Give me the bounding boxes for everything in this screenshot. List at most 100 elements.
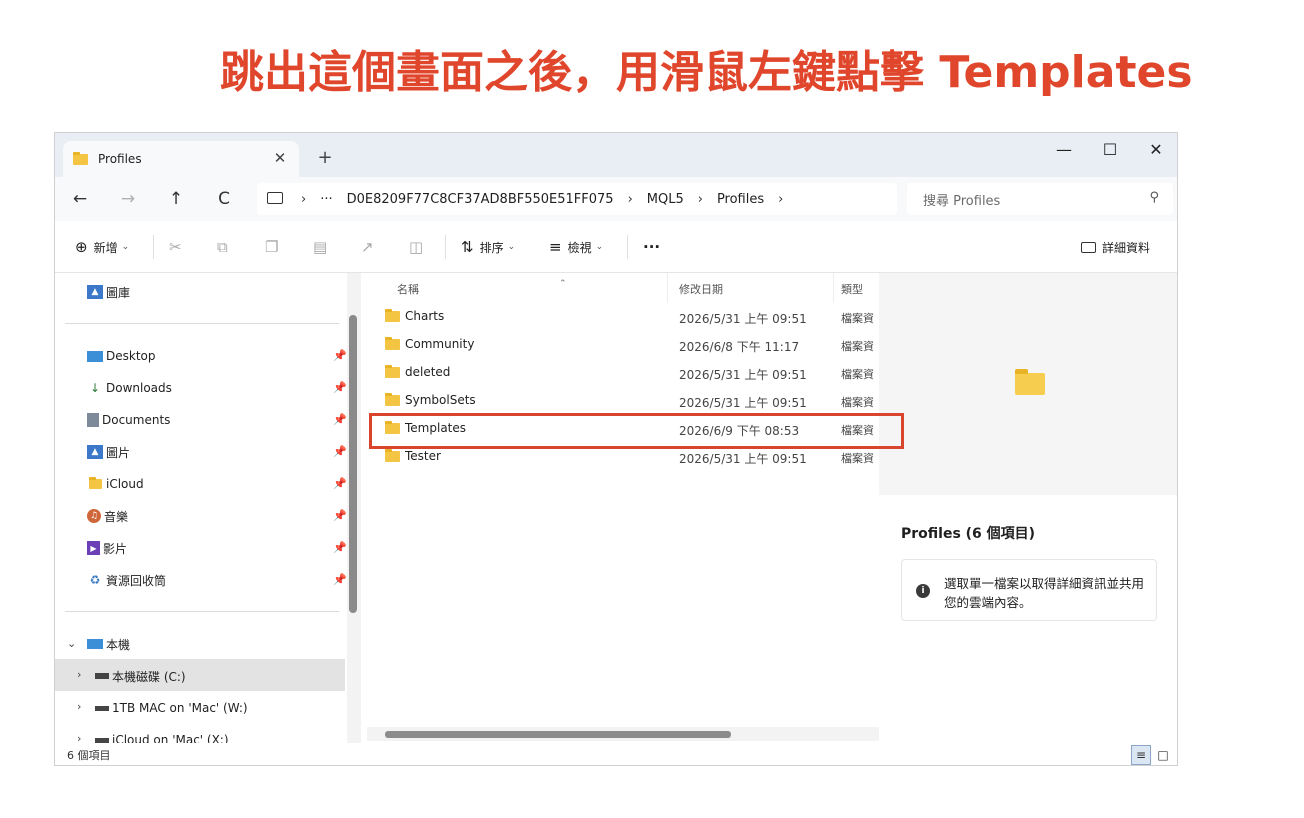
column-divider[interactable] bbox=[667, 273, 668, 303]
breadcrumb-more[interactable]: ··· bbox=[320, 192, 332, 207]
column-divider[interactable] bbox=[833, 273, 834, 303]
horizontal-scrollbar-thumb[interactable] bbox=[385, 731, 731, 738]
file-date: 2026/5/31 上午 09:51 bbox=[679, 452, 807, 466]
chevron-down-icon: ⌄ bbox=[595, 242, 604, 252]
search-icon[interactable]: ⚲ bbox=[1149, 190, 1159, 205]
sidebar-item-this-pc[interactable]: 本機 bbox=[87, 633, 130, 655]
pin-icon[interactable]: 📌 bbox=[333, 573, 347, 586]
refresh-button[interactable]: C bbox=[209, 185, 239, 213]
delete-icon[interactable]: ◫ bbox=[409, 235, 429, 259]
sidebar-item-desktop[interactable]: Desktop bbox=[87, 345, 156, 367]
pin-icon[interactable]: 📌 bbox=[333, 509, 347, 522]
sidebar-item-recycle-bin[interactable]: ♻ 資源回收筒 bbox=[87, 569, 166, 591]
breadcrumb-separator[interactable]: › bbox=[301, 192, 306, 207]
breadcrumb-separator[interactable]: › bbox=[778, 192, 783, 207]
sidebar-item-drive-x[interactable]: iCloud on 'Mac' (X:) bbox=[95, 729, 229, 743]
search-input[interactable]: 搜尋 Profiles ⚲ bbox=[907, 183, 1173, 215]
column-header-date[interactable]: 修改日期 bbox=[679, 281, 723, 297]
more-options-button[interactable]: ··· bbox=[643, 235, 660, 259]
table-row[interactable]: Charts 2026/5/31 上午 09:51 檔案資 bbox=[367, 303, 879, 331]
back-button[interactable]: ← bbox=[65, 185, 95, 213]
command-bar: ⊕ 新增 ⌄ ✂ ⧉ ❐ ▤ ↗ ◫ ⇅ 排序 ⌄ ≡ 檢視 ⌄ ··· 詳細資… bbox=[55, 221, 1177, 273]
tiles-view-icon[interactable]: □ bbox=[1153, 745, 1173, 765]
new-tab-button[interactable]: + bbox=[313, 145, 337, 169]
up-button[interactable]: ↑ bbox=[161, 185, 191, 213]
file-date: 2026/5/31 上午 09:51 bbox=[679, 368, 807, 382]
column-header-type[interactable]: 類型 bbox=[841, 281, 863, 297]
details-view-icon[interactable]: ≡ bbox=[1131, 745, 1151, 765]
breadcrumb-item[interactable]: Profiles bbox=[717, 192, 764, 207]
pin-icon[interactable]: 📌 bbox=[333, 413, 347, 426]
folder-icon bbox=[73, 151, 88, 165]
pin-icon[interactable]: 📌 bbox=[333, 445, 347, 458]
network-drive-icon bbox=[95, 737, 109, 743]
sidebar-item-gallery[interactable]: ▲ 圖庫 bbox=[87, 281, 130, 303]
sidebar-item-drive-w[interactable]: 1TB MAC on 'Mac' (W:) bbox=[95, 697, 248, 719]
cut-icon[interactable]: ✂ bbox=[169, 235, 188, 259]
sidebar-item-documents[interactable]: Documents bbox=[87, 409, 170, 431]
pin-icon[interactable]: 📌 bbox=[333, 381, 347, 394]
paste-icon[interactable]: ❐ bbox=[265, 235, 284, 259]
sidebar-item-videos[interactable]: ▶ 影片 bbox=[87, 537, 127, 559]
view-button[interactable]: ≡ 檢視 ⌄ bbox=[549, 235, 603, 259]
tab-close-icon[interactable]: ✕ bbox=[269, 147, 291, 169]
divider bbox=[65, 323, 339, 324]
sidebar-item-drive-c[interactable]: 本機磁碟 (C:) bbox=[95, 665, 186, 687]
new-button[interactable]: ⊕ 新增 ⌄ bbox=[75, 235, 129, 259]
tab-profiles[interactable]: Profiles ✕ bbox=[63, 141, 299, 177]
file-date: 2026/5/31 上午 09:51 bbox=[679, 312, 807, 326]
sidebar-item-label: 1TB MAC on 'Mac' (W:) bbox=[112, 701, 248, 715]
copy-icon[interactable]: ⧉ bbox=[217, 235, 234, 259]
chevron-down-icon[interactable]: ⌄ bbox=[67, 637, 76, 650]
pin-icon[interactable]: 📌 bbox=[333, 477, 347, 490]
chevron-right-icon[interactable]: › bbox=[77, 700, 81, 713]
share-icon[interactable]: ↗ bbox=[361, 235, 380, 259]
item-count: 6 個項目 bbox=[67, 749, 111, 762]
details-title: Profiles (6 個項目) bbox=[901, 526, 1036, 542]
rename-icon[interactable]: ▤ bbox=[313, 235, 333, 259]
breadcrumb-item[interactable]: D0E8209F77C8CF37AD8BF550E51FF075 bbox=[347, 192, 614, 207]
details-pane-button[interactable]: 詳細資料 bbox=[1081, 235, 1150, 259]
search-placeholder: 搜尋 Profiles bbox=[923, 193, 1001, 209]
folder-icon bbox=[1015, 369, 1045, 399]
chevron-right-icon[interactable]: › bbox=[77, 732, 81, 743]
breadcrumb-separator[interactable]: › bbox=[628, 192, 633, 207]
file-type: 檔案資 bbox=[841, 312, 874, 325]
info-card: i 選取單一檔案以取得詳細資訊並共用您的雲端內容。 bbox=[901, 559, 1157, 621]
pin-icon[interactable]: 📌 bbox=[333, 349, 347, 362]
breadcrumb-separator[interactable]: › bbox=[698, 192, 703, 207]
chevron-right-icon[interactable]: › bbox=[77, 668, 81, 681]
file-type: 檔案資 bbox=[841, 396, 874, 409]
network-drive-icon bbox=[95, 705, 109, 711]
sidebar-item-icloud[interactable]: iCloud bbox=[87, 473, 144, 495]
desktop-icon bbox=[87, 350, 103, 362]
sort-caret-icon: ⌃ bbox=[559, 279, 567, 289]
status-bar: 6 個項目 ≡ □ bbox=[55, 743, 1177, 765]
sidebar-item-label: 本機磁碟 (C:) bbox=[112, 669, 186, 684]
minimize-button[interactable]: — bbox=[1041, 135, 1087, 163]
nav-scrollbar-thumb[interactable] bbox=[349, 315, 357, 613]
sidebar-item-pictures[interactable]: ▲ 圖片 bbox=[87, 441, 130, 463]
computer-icon bbox=[87, 639, 103, 649]
column-header-name[interactable]: 名稱 ⌃ bbox=[397, 279, 567, 297]
file-date: 2026/6/8 下午 11:17 bbox=[679, 340, 800, 354]
file-date: 2026/5/31 上午 09:51 bbox=[679, 396, 807, 410]
sidebar-item-label: Documents bbox=[102, 413, 171, 427]
folder-icon bbox=[385, 392, 400, 406]
pin-icon[interactable]: 📌 bbox=[333, 541, 347, 554]
recycle-bin-icon: ♻ bbox=[89, 573, 101, 587]
breadcrumb-item[interactable]: MQL5 bbox=[647, 192, 684, 207]
sidebar-item-music[interactable]: ♫ 音樂 bbox=[87, 505, 128, 527]
table-row[interactable]: Community 2026/6/8 下午 11:17 檔案資 bbox=[367, 331, 879, 359]
breadcrumb[interactable]: › ··· D0E8209F77C8CF37AD8BF550E51FF075 ›… bbox=[257, 183, 897, 215]
maximize-button[interactable]: ☐ bbox=[1087, 135, 1133, 163]
table-row[interactable]: SymbolSets 2026/5/31 上午 09:51 檔案資 bbox=[367, 387, 879, 415]
close-button[interactable]: ✕ bbox=[1133, 135, 1177, 163]
table-row[interactable]: deleted 2026/5/31 上午 09:51 檔案資 bbox=[367, 359, 879, 387]
computer-icon[interactable] bbox=[267, 192, 283, 204]
forward-button[interactable]: → bbox=[113, 185, 143, 213]
address-bar: ← → ↑ C › ··· D0E8209F77C8CF37AD8BF550E5… bbox=[55, 177, 1177, 221]
file-explorer-window: Profiles ✕ + — ☐ ✕ ← → ↑ C › ··· D0E8209… bbox=[54, 132, 1178, 766]
sort-button[interactable]: ⇅ 排序 ⌄ bbox=[461, 235, 515, 259]
sidebar-item-downloads[interactable]: ↓ Downloads bbox=[87, 377, 172, 399]
